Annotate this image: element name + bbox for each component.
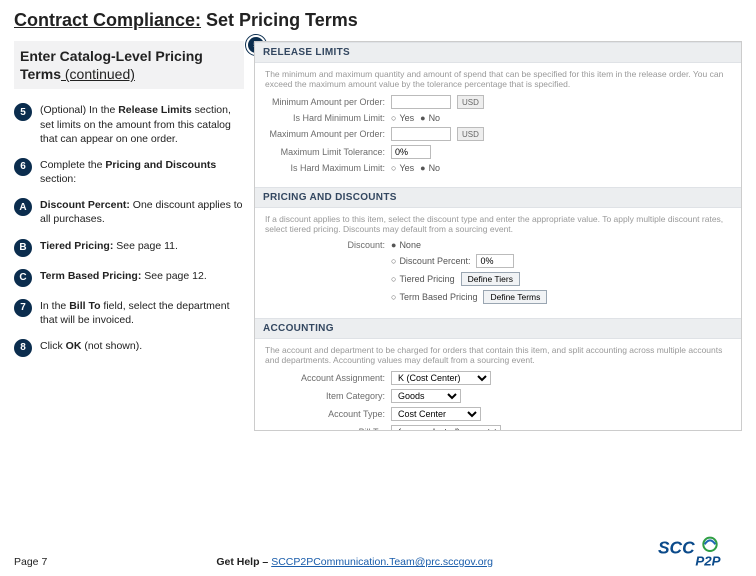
t: Bill To — [69, 300, 100, 312]
footer: Page 7 Get Help – SCCP2PCommunication.Te… — [14, 556, 742, 568]
t: See page 11. — [113, 240, 178, 252]
help-text: Get Help – SCCP2PCommunication.Team@prc.… — [47, 556, 662, 568]
t: No — [429, 113, 441, 123]
step-C: C Term Based Pricing: See page 12. — [14, 269, 244, 287]
discount-percent-input[interactable] — [476, 254, 514, 268]
step-list: 5 (Optional) In the Release Limits secti… — [14, 103, 244, 357]
step-bullet: A — [14, 198, 32, 216]
release-limits-blurb: The minimum and maximum quantity and amo… — [265, 69, 731, 89]
hard-min-yes[interactable]: ○ Yes — [391, 113, 414, 123]
step-6: 6 Complete the Pricing and Discounts sec… — [14, 158, 244, 186]
left-panel: Enter Catalog-Level Pricing Terms (conti… — [14, 41, 244, 431]
t: section: — [40, 173, 76, 185]
tiered-pricing[interactable]: ○ Tiered Pricing — [391, 274, 455, 284]
define-tiers-button[interactable]: Define Tiers — [461, 272, 520, 286]
discount-label: Discount: — [265, 240, 385, 250]
hard-max-yes[interactable]: ○ Yes — [391, 163, 414, 173]
step-5: 5 (Optional) In the Release Limits secti… — [14, 103, 244, 146]
account-assignment-select[interactable]: K (Cost Center) — [391, 371, 491, 385]
page-number: Page 7 — [14, 556, 47, 568]
discount-percent[interactable]: ○ Discount Percent: — [391, 256, 470, 266]
t: See page 12. — [141, 270, 206, 282]
t: Complete the — [40, 159, 105, 171]
max-amount-input[interactable] — [391, 127, 451, 141]
title-main: Contract Compliance: — [14, 10, 201, 30]
tolerance-input[interactable] — [391, 145, 431, 159]
bill-to-select[interactable]: (none selected) — [391, 425, 501, 431]
bill-to-label: Bill To: — [265, 427, 385, 431]
t: Tiered Pricing: — [40, 240, 113, 252]
account-type-label: Account Type: — [265, 409, 385, 419]
t: Discount Percent: — [40, 199, 130, 211]
t: (not shown). — [81, 340, 142, 352]
t: Click — [40, 340, 66, 352]
subhead-continued: (continued) — [61, 66, 135, 82]
hard-min-label: Is Hard Minimum Limit: — [265, 113, 385, 123]
currency-unit: USD — [457, 95, 484, 109]
pricing-blurb: If a discount applies to this item, sele… — [265, 214, 731, 234]
scc-p2p-logo: SCC P2P — [658, 530, 738, 572]
tolerance-label: Maximum Limit Tolerance: — [265, 147, 385, 157]
page-title: Contract Compliance: Set Pricing Terms — [14, 10, 742, 31]
currency-unit: USD — [457, 127, 484, 141]
screenshot-region: RELEASE LIMITS The minimum and maximum q… — [254, 41, 742, 431]
t: Pricing and Discounts — [105, 159, 216, 171]
svg-text:P2P: P2P — [695, 554, 720, 569]
section-pricing-discounts: PRICING AND DISCOUNTS — [255, 187, 741, 208]
hard-max-label: Is Hard Maximum Limit: — [265, 163, 385, 173]
title-sub: Set Pricing Terms — [201, 10, 358, 30]
item-category-label: Item Category: — [265, 391, 385, 401]
item-category-select[interactable]: Goods — [391, 389, 461, 403]
help-email-link[interactable]: SCCP2PCommunication.Team@prc.sccgov.org — [271, 556, 493, 568]
accounting-blurb: The account and department to be charged… — [265, 345, 731, 365]
term-based-pricing[interactable]: ○ Term Based Pricing — [391, 292, 477, 302]
t: OK — [66, 340, 82, 352]
step-bullet: 7 — [14, 299, 32, 317]
t: Term Based Pricing: — [40, 270, 141, 282]
t: Term Based Pricing — [399, 292, 477, 302]
hard-min-no[interactable]: ● No — [420, 113, 440, 123]
t: No — [429, 163, 441, 173]
t: Get Help – — [216, 556, 271, 568]
t: In the — [40, 300, 69, 312]
min-amount-label: Minimum Amount per Order: — [265, 97, 385, 107]
step-8: 8 Click OK (not shown). — [14, 339, 244, 357]
t: Release Limits — [118, 104, 192, 116]
section-heading: Enter Catalog-Level Pricing Terms (conti… — [14, 41, 244, 89]
step-A: A Discount Percent: One discount applies… — [14, 198, 244, 226]
t: Yes — [399, 163, 414, 173]
max-amount-label: Maximum Amount per Order: — [265, 129, 385, 139]
hard-max-no[interactable]: ● No — [420, 163, 440, 173]
t: (Optional) In the — [40, 104, 118, 116]
t: None — [399, 240, 421, 250]
step-bullet: 5 — [14, 103, 32, 121]
t: Discount Percent: — [399, 256, 470, 266]
define-terms-button[interactable]: Define Terms — [483, 290, 547, 304]
step-B: B Tiered Pricing: See page 11. — [14, 239, 244, 257]
svg-text:SCC: SCC — [658, 538, 695, 558]
step-bullet: 8 — [14, 339, 32, 357]
min-amount-input[interactable] — [391, 95, 451, 109]
account-type-select[interactable]: Cost Center — [391, 407, 481, 421]
discount-none[interactable]: ● None — [391, 240, 421, 250]
section-accounting: ACCOUNTING — [255, 318, 741, 339]
account-assignment-label: Account Assignment: — [265, 373, 385, 383]
step-bullet: B — [14, 239, 32, 257]
right-panel: 5 6 6a 6b 6c 7 RELEASE LIMITS The minimu… — [254, 41, 742, 431]
t: Tiered Pricing — [399, 274, 454, 284]
section-release-limits: RELEASE LIMITS — [255, 42, 741, 63]
step-bullet: C — [14, 269, 32, 287]
step-bullet: 6 — [14, 158, 32, 176]
t: Yes — [399, 113, 414, 123]
step-7: 7 In the Bill To field, select the depar… — [14, 299, 244, 327]
